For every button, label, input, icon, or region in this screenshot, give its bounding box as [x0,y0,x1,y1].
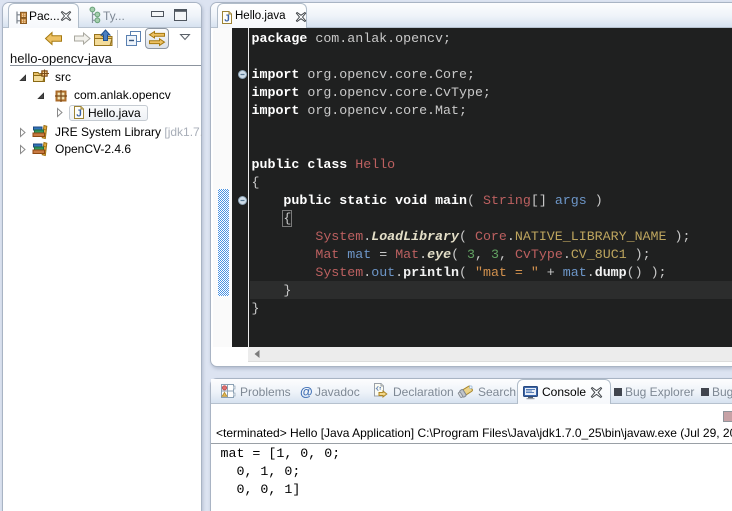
svg-text:J: J [224,14,230,25]
svg-text:J: J [76,109,82,120]
